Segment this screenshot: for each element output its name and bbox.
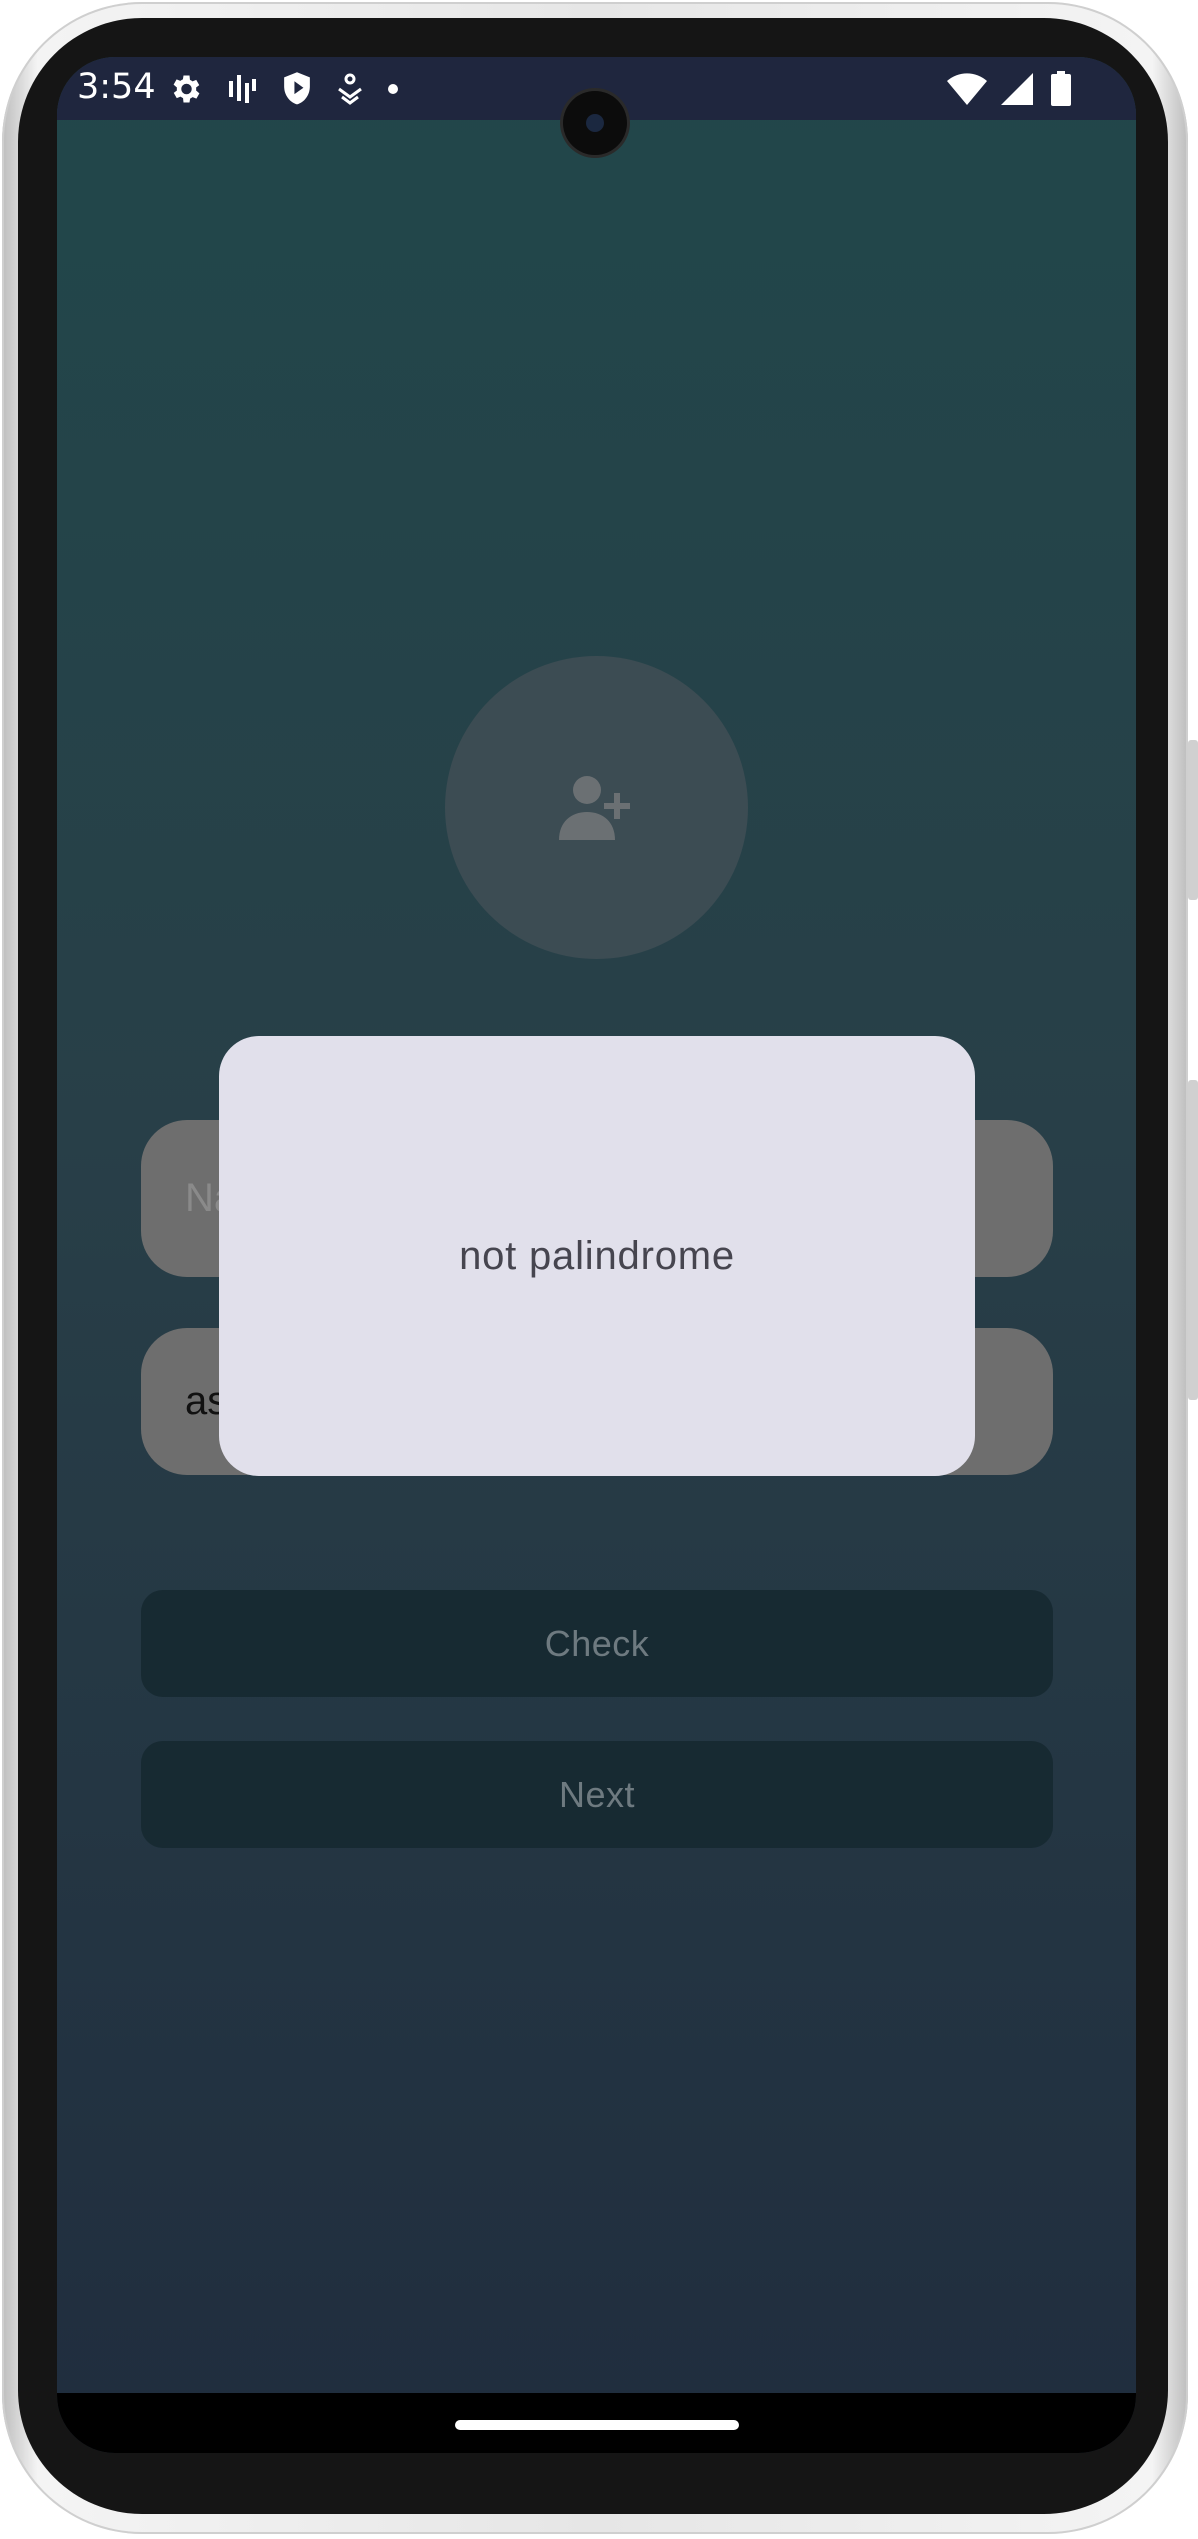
fitness-icon (333, 69, 367, 109)
dialog-message: not palindrome (459, 1233, 735, 1278)
volume-button (1188, 1080, 1198, 1400)
power-button (1188, 740, 1198, 900)
screen: 3:54 Name asdf Check Next not palindrome (57, 57, 1136, 2453)
gear-icon (165, 69, 205, 109)
audio-bars-icon (225, 69, 259, 109)
next-button[interactable]: Next (141, 1741, 1053, 1848)
battery-icon (1047, 69, 1075, 109)
result-dialog: not palindrome (219, 1036, 975, 1476)
check-button[interactable]: Check (141, 1590, 1053, 1697)
status-time: 3:54 (77, 67, 156, 107)
add-person-icon (557, 770, 637, 846)
add-photo-button[interactable] (445, 656, 748, 959)
device-frame: 3:54 Name asdf Check Next not palindrome (0, 0, 1198, 2539)
dot-icon (383, 69, 403, 109)
wifi-icon (945, 69, 989, 109)
home-gesture-handle[interactable] (455, 2420, 739, 2430)
front-camera (563, 91, 627, 155)
shield-icon (279, 69, 315, 109)
signal-icon (997, 69, 1037, 109)
